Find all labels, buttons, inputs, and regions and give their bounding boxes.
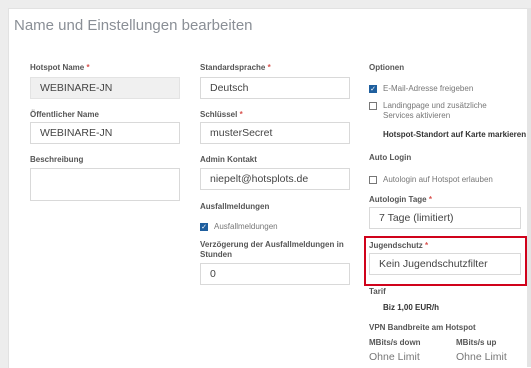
down-label: MBits/s down [369, 338, 421, 347]
description-label: Beschreibung [30, 155, 84, 164]
autologin-option-row[interactable]: Autologin auf Hotspot erlauben [369, 175, 493, 184]
options-heading: Optionen [369, 63, 405, 72]
autologin-days-select[interactable]: 7 Tage (limitiert) [369, 207, 521, 229]
email-option-row[interactable]: ✓ E-Mail-Adresse freigeben [369, 84, 473, 93]
delay-field[interactable]: 0 [200, 263, 350, 285]
map-option-label[interactable]: Hotspot-Standort auf Karte markieren [383, 130, 526, 139]
youth-protection-label: Jugendschutz * [369, 241, 429, 250]
landing-option-label: Landingpage und zusätzliche Services akt… [383, 101, 487, 120]
email-checkbox[interactable]: ✓ [369, 85, 377, 93]
outage-checkbox[interactable]: ✓ [200, 223, 208, 231]
landing-option-row[interactable]: Landingpage und zusätzliche Services akt… [369, 101, 519, 121]
autologin-heading: Auto Login [369, 153, 412, 162]
youth-protection-select[interactable]: Kein Jugendschutzfilter [369, 253, 521, 275]
outage-heading: Ausfallmeldungen [200, 202, 270, 211]
autologin-checkbox[interactable] [369, 176, 377, 184]
vpn-heading: VPN Bandbreite am Hotspot [369, 323, 476, 332]
tarif-value: Biz 1,00 EUR/h [383, 303, 440, 312]
required-marker: * [239, 110, 243, 119]
autologin-days-label: Autologin Tage * [369, 195, 432, 204]
key-label: Schlüssel * [200, 110, 243, 119]
page-title: Name und Einstellungen bearbeiten [14, 17, 253, 34]
landing-checkbox[interactable] [369, 102, 377, 110]
up-value: Ohne Limit [456, 351, 507, 363]
language-select[interactable]: Deutsch [200, 77, 350, 99]
required-marker: * [425, 241, 429, 250]
language-label: Standardsprache * [200, 63, 271, 72]
hotspot-name-field: WEBINARE-JN [30, 77, 180, 99]
required-marker: * [86, 63, 90, 72]
key-field[interactable]: musterSecret [200, 122, 350, 144]
admin-contact-label: Admin Kontakt [200, 155, 257, 164]
delay-label: Verzögerung der Ausfallmeldungen in Stun… [200, 240, 344, 259]
required-marker: * [267, 63, 271, 72]
autologin-option-label: Autologin auf Hotspot erlauben [383, 175, 493, 184]
up-label: MBits/s up [456, 338, 497, 347]
public-name-field[interactable]: WEBINARE-JN [30, 122, 180, 144]
tarif-label: Tarif [369, 287, 386, 296]
description-field[interactable] [30, 168, 180, 201]
outage-checkbox-label: Ausfallmeldungen [214, 222, 278, 231]
down-value: Ohne Limit [369, 351, 420, 363]
outage-checkbox-row[interactable]: ✓ Ausfallmeldungen [200, 222, 278, 231]
scrollbar[interactable] [527, 8, 531, 367]
admin-contact-field[interactable]: niepelt@hotsplots.de [200, 168, 350, 190]
hotspot-name-label: Hotspot Name * [30, 63, 90, 72]
required-marker: * [428, 195, 432, 204]
email-option-label: E-Mail-Adresse freigeben [383, 84, 474, 93]
public-name-label: Öffentlicher Name [30, 110, 99, 119]
